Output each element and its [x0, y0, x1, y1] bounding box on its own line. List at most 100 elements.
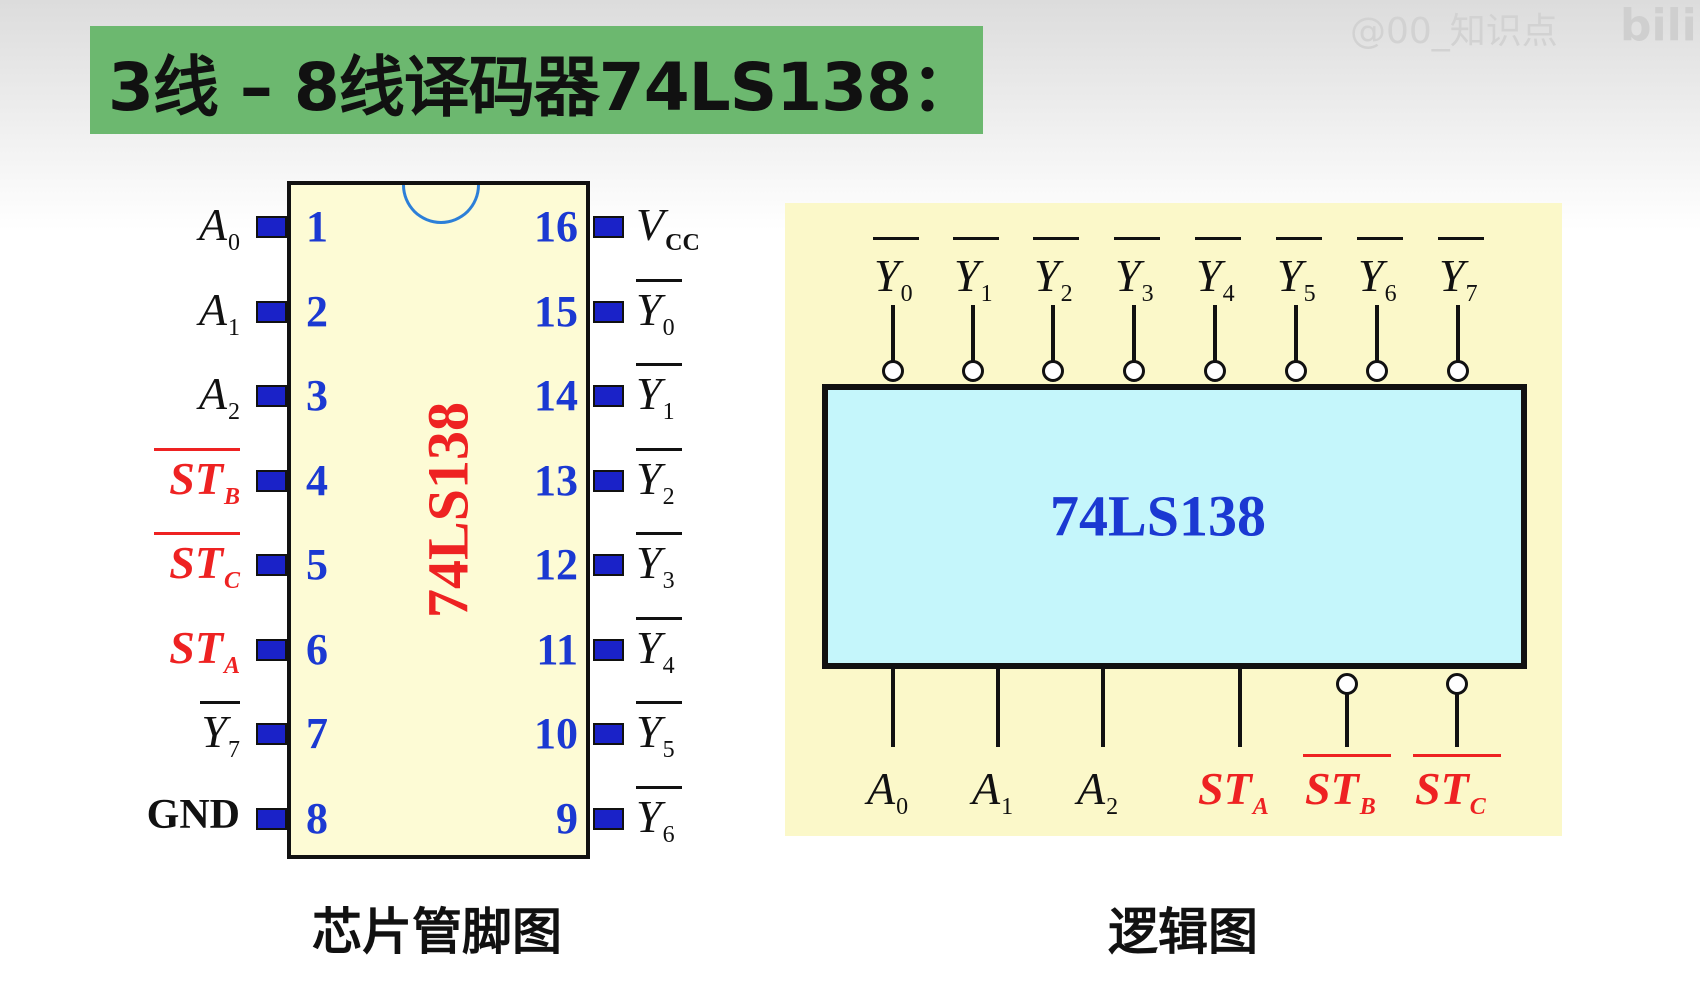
pin-1: [256, 216, 287, 238]
signal-name: A: [972, 763, 1001, 814]
output-line: [971, 305, 975, 362]
signal-subscript: 7: [228, 737, 240, 763]
overbar: [1114, 237, 1160, 240]
signal-subscript: C: [1469, 794, 1486, 820]
signal-subscript: 2: [228, 399, 240, 425]
pin-number: 2: [306, 286, 328, 336]
pin-label: STC: [169, 537, 240, 594]
inversion-bubble: [1042, 360, 1064, 382]
signal-name: ST: [169, 452, 223, 504]
signal-subscript: 0: [896, 794, 909, 820]
signal-name: Y: [954, 250, 980, 301]
input-line: [1455, 693, 1459, 747]
signal-name: A: [198, 368, 227, 419]
signal-name: Y: [636, 621, 662, 673]
watermark-text: @00_知识点: [1350, 11, 1558, 52]
overbar: [154, 532, 240, 535]
pin-5: [256, 554, 287, 576]
overbar: [953, 237, 999, 240]
signal-name: ST: [1198, 763, 1252, 814]
input-line: [1101, 669, 1105, 747]
signal-name: ST: [169, 537, 223, 588]
output-label: Y0: [874, 250, 913, 307]
signal-name: Y: [1196, 250, 1222, 301]
input-label: STC: [1415, 766, 1486, 820]
slide-title: 3线 – 8线译码器74LS138：: [108, 49, 977, 126]
pin-label: GND: [147, 794, 240, 836]
watermark-logo: bili: [1620, 0, 1697, 51]
input-line: [1238, 669, 1242, 747]
pinout-caption: 芯片管脚图: [312, 903, 562, 961]
input-line: [891, 669, 895, 747]
overbar: [1357, 237, 1403, 240]
signal-subscript: 1: [662, 399, 675, 425]
signal-subscript: B: [223, 483, 240, 510]
inversion-bubble: [1204, 360, 1226, 382]
overbar: [636, 278, 682, 282]
overbar: [1438, 237, 1484, 240]
pin-label: Y3: [636, 537, 675, 594]
signal-name: Y: [636, 452, 662, 504]
signal-name: A: [867, 763, 896, 814]
overbar: [1033, 237, 1079, 240]
signal-subscript: 4: [1222, 281, 1235, 307]
output-label: Y4: [1196, 250, 1235, 307]
signal-subscript: 5: [662, 737, 675, 763]
pin-label: STA: [169, 624, 240, 678]
signal-subscript: 0: [662, 314, 675, 341]
output-line: [1051, 305, 1055, 362]
signal-name: Y: [636, 537, 662, 588]
overbar: [636, 447, 682, 451]
logic-block-label: 74LS138: [1050, 483, 1266, 549]
signal-subscript: 0: [900, 281, 913, 307]
pin-3: [256, 385, 287, 407]
inversion-bubble: [1366, 360, 1388, 382]
pin-number: 6: [306, 624, 328, 674]
pin-label: STB: [169, 452, 240, 510]
signal-name: Y: [636, 368, 662, 419]
output-label: Y3: [1115, 250, 1154, 307]
overbar: [636, 616, 682, 620]
signal-subscript: 0: [228, 230, 240, 256]
signal-subscript: 3: [1141, 281, 1154, 307]
signal-name: A: [198, 283, 227, 335]
overbar: [1413, 754, 1501, 757]
output-line: [1456, 305, 1460, 362]
pin-7: [256, 723, 287, 745]
signal-subscript: A: [1252, 794, 1269, 820]
signal-subscript: 5: [1303, 281, 1316, 307]
overbar: [636, 785, 682, 789]
signal-name: GND: [146, 791, 240, 838]
pin-label: VCC: [636, 199, 700, 256]
pin-label: Y0: [636, 286, 675, 341]
pin-number: 14: [534, 371, 578, 420]
pin-label: Y4: [636, 621, 675, 679]
overbar: [636, 532, 682, 535]
signal-subscript: 3: [662, 568, 675, 594]
overbar: [1303, 754, 1391, 757]
output-line: [1375, 305, 1379, 362]
pin-label: Y6: [636, 793, 675, 847]
signal-name: Y: [874, 250, 900, 301]
pin-8: [256, 807, 287, 830]
pin-11: [593, 638, 624, 661]
input-label: STB: [1305, 766, 1376, 820]
pin-label: Y2: [636, 452, 675, 509]
signal-name: Y: [1358, 250, 1384, 301]
input-line: [1345, 693, 1349, 747]
signal-subscript: CC: [665, 230, 700, 256]
signal-subscript: 1: [1001, 794, 1014, 820]
pin-12: [593, 554, 624, 576]
inversion-bubble: [1447, 360, 1469, 382]
inversion-bubble: [1285, 360, 1307, 382]
signal-name: Y: [1115, 250, 1141, 301]
pin-label: A2: [198, 368, 240, 425]
signal-subscript: 2: [1060, 281, 1073, 307]
pin-13: [593, 469, 624, 492]
signal-name: V: [636, 199, 665, 250]
signal-subscript: 4: [662, 652, 675, 679]
inversion-bubble: [1446, 673, 1468, 695]
pin-4: [256, 469, 287, 492]
pin-number: 5: [306, 540, 328, 589]
output-label: Y6: [1358, 250, 1397, 307]
